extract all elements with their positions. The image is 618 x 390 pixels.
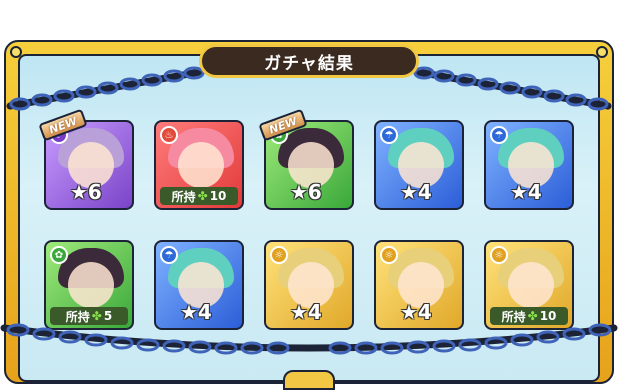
portrait-face <box>68 262 114 308</box>
rarity-stars: ★4 <box>400 180 432 204</box>
monster-card[interactable]: ☼ ★4 <box>264 240 354 330</box>
fire-element-icon: ♨ <box>160 126 178 144</box>
lock-icon <box>283 370 335 390</box>
portrait-face <box>178 142 224 188</box>
water-element-icon: ☂ <box>160 246 178 264</box>
monster-card[interactable]: ☼ 所持 ✤ 10 <box>484 240 574 330</box>
rarity-stars: ★6 <box>290 180 322 204</box>
monster-card[interactable]: ✿NEW★6 <box>258 108 354 210</box>
chain-right-icon <box>413 66 612 111</box>
water-element-icon: ☂ <box>490 126 508 144</box>
light-element-icon: ☼ <box>490 246 508 264</box>
monster-card[interactable]: ☂ ★4 <box>154 240 244 330</box>
monster-card[interactable]: ♨ 所持 ✤ 10 <box>154 120 244 210</box>
monster-card[interactable]: ☾NEW★6 <box>38 108 134 210</box>
rarity-stars: ★6 <box>70 180 102 204</box>
owned-count: 10 <box>209 189 227 203</box>
monster-card[interactable]: ✿ 所持 ✤ 5 <box>44 240 134 330</box>
monster-card[interactable]: ☂ ★4 <box>374 120 464 210</box>
title-plate: ガチャ結果 <box>199 44 419 78</box>
chain-bottom-icon <box>0 323 618 355</box>
portrait-face <box>508 262 554 308</box>
wood-element-icon: ✿ <box>50 246 68 264</box>
water-element-icon: ☂ <box>380 126 398 144</box>
rarity-stars: ★4 <box>510 180 542 204</box>
owned-count-badge: 所持 ✤ 10 <box>160 187 238 205</box>
page-title: ガチャ結果 <box>264 53 354 74</box>
monster-card[interactable]: ☼ ★4 <box>374 240 464 330</box>
clover-icon: ✤ <box>197 189 208 203</box>
owned-label: 所持 <box>171 189 196 204</box>
chain-left-icon <box>6 66 205 111</box>
monster-card[interactable]: ☂ ★4 <box>484 120 574 210</box>
light-element-icon: ☼ <box>270 246 288 264</box>
light-element-icon: ☼ <box>380 246 398 264</box>
